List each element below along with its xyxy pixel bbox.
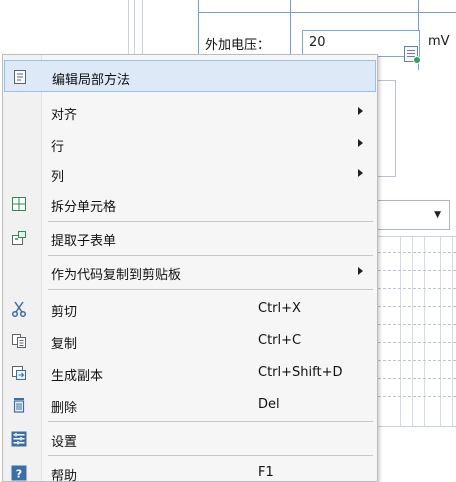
grid-line (378, 236, 456, 237)
menu-item-edit-local-method[interactable]: 编辑局部方法 (4, 60, 376, 92)
submenu-arrow-icon (358, 139, 363, 147)
settings-icon (10, 430, 28, 448)
grid-line (134, 0, 135, 60)
edit-method-icon (11, 68, 29, 86)
grid-line (440, 236, 441, 426)
menu-item-label: 帮助 (51, 469, 78, 482)
menu-item-duplicate[interactable]: 生成副本 Ctrl+Shift+D (4, 357, 376, 389)
submenu-arrow-icon (358, 169, 363, 177)
duplicate-icon (10, 364, 28, 382)
menu-item-label: 设置 (51, 435, 78, 450)
menu-item-delete[interactable]: 删除 Del (4, 389, 376, 421)
svg-text:?: ? (16, 468, 22, 481)
menu-item-label: 复制 (51, 337, 78, 352)
menu-separator (48, 289, 373, 290)
menu-item-label: 行 (51, 140, 65, 155)
menu-item-label: 删除 (51, 401, 78, 416)
menu-item-label: 对齐 (51, 108, 78, 123)
menu-item-copy-as-code[interactable]: 作为代码复制到剪贴板 (4, 256, 376, 288)
grid-line (378, 396, 456, 397)
menu-item-shortcut: Ctrl+Shift+D (258, 365, 343, 380)
menu-item-label: 作为代码复制到剪贴板 (51, 268, 182, 283)
extract-subform-icon (10, 229, 28, 247)
help-icon: ? (10, 464, 28, 482)
menu-item-shortcut: Del (258, 397, 280, 412)
copy-icon (10, 332, 28, 350)
grid-line (378, 378, 456, 379)
menu-separator (48, 421, 373, 422)
menu-item-label: 编辑局部方法 (52, 73, 131, 88)
trash-icon (10, 396, 28, 414)
menu-item-shortcut: Ctrl+X (258, 301, 301, 316)
split-cells-icon (10, 195, 28, 213)
voltage-unit: mV (428, 34, 450, 49)
menu-item-align[interactable]: 对齐 (4, 96, 376, 128)
grid-line (378, 342, 456, 343)
menu-item-label: 拆分单元格 (51, 200, 117, 215)
grid-line (378, 360, 456, 361)
menu-item-label: 列 (51, 170, 65, 185)
voltage-input[interactable]: 20 (302, 30, 420, 57)
menu-item-cut[interactable]: 剪切 Ctrl+X (4, 293, 376, 325)
menu-separator (48, 455, 373, 456)
menu-item-settings[interactable]: 设置 (4, 423, 376, 455)
grid-line (378, 324, 456, 325)
grid-line (198, 12, 456, 13)
grid-line (378, 306, 456, 307)
grid-line (400, 236, 401, 426)
menu-item-split-cells[interactable]: 拆分单元格 (4, 188, 376, 220)
menu-item-column[interactable]: 列 (4, 158, 376, 190)
combo-box[interactable]: ▼ (378, 200, 450, 230)
menu-item-row[interactable]: 行 (4, 128, 376, 160)
grid-line (378, 288, 456, 289)
grid-line (424, 236, 425, 426)
scissors-icon (10, 300, 28, 318)
linked-method-icon (404, 46, 421, 64)
grid-line (378, 270, 456, 271)
grid-line (452, 236, 453, 426)
menu-item-label: 提取子表单 (51, 234, 117, 249)
menu-item-shortcut: F1 (258, 465, 274, 480)
menu-item-label: 生成副本 (51, 369, 104, 384)
submenu-arrow-icon (358, 267, 363, 275)
context-menu: 编辑局部方法 对齐 行 列 拆分单元格 提取子表单 作为代码复制到剪贴板 剪切 … (2, 54, 378, 482)
grid-line (378, 426, 456, 427)
grid-line (142, 0, 143, 60)
menu-item-copy[interactable]: 复制 Ctrl+C (4, 325, 376, 357)
menu-item-label: 剪切 (51, 305, 78, 320)
voltage-label: 外加电压： (205, 38, 271, 53)
form-panel (378, 80, 396, 177)
grid-line (412, 236, 413, 426)
menu-item-help[interactable]: ? 帮助 F1 (4, 457, 376, 482)
dropdown-arrow-icon[interactable]: ▼ (434, 210, 441, 220)
menu-item-extract-subform[interactable]: 提取子表单 (4, 222, 376, 254)
menu-item-shortcut: Ctrl+C (258, 333, 302, 348)
submenu-arrow-icon (358, 107, 363, 115)
grid-line (128, 0, 129, 60)
grid-line (378, 252, 456, 253)
